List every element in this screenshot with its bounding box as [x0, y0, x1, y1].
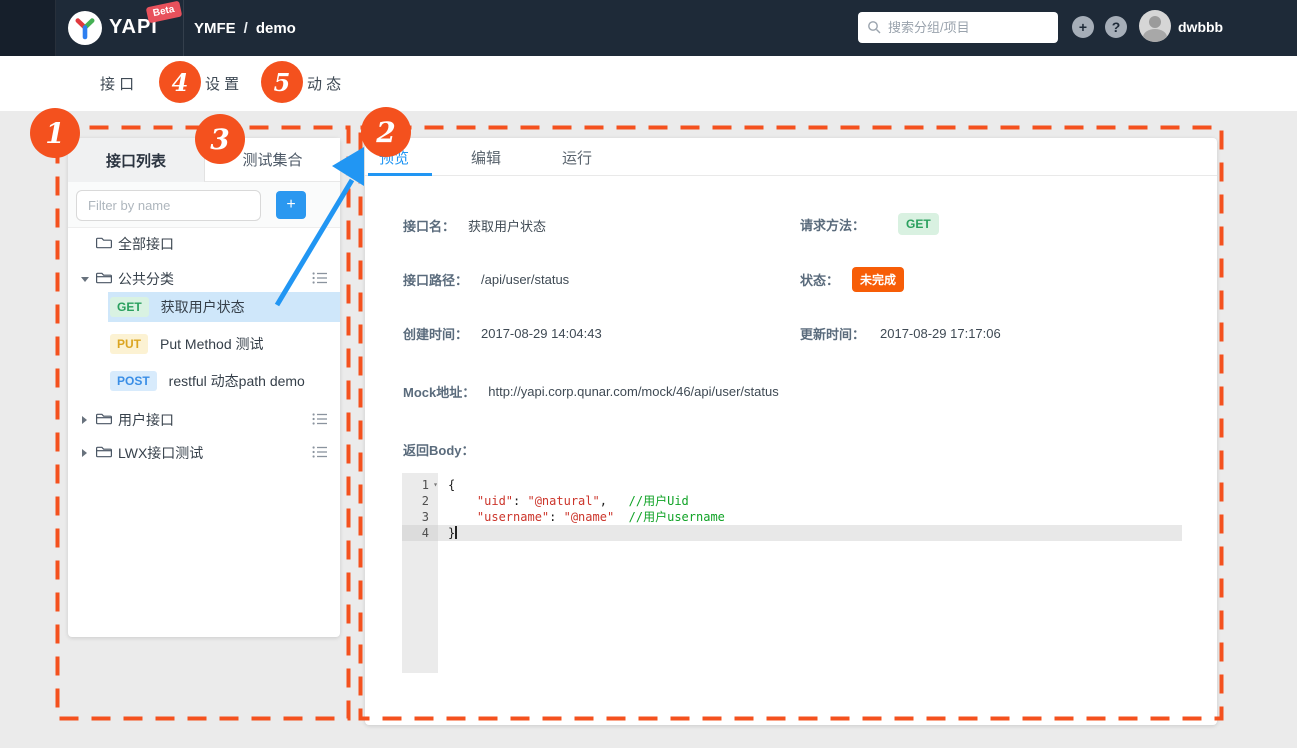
tree-node-label: 全部接口	[118, 234, 174, 254]
tab-edit[interactable]: 编辑	[471, 138, 501, 176]
api-item-restful-path-demo[interactable]: POST restful 动态path demo	[108, 366, 340, 396]
add-project-button[interactable]: +	[1072, 16, 1094, 38]
add-interface-button[interactable]: +	[276, 191, 306, 219]
field-value: /api/user/status	[481, 272, 569, 287]
tree-node-label: LWX接口测试	[118, 443, 203, 463]
active-tab-indicator	[368, 173, 432, 176]
line-number: 2	[402, 493, 438, 509]
sidebar-tabs: 接口列表 测试集合	[68, 138, 340, 182]
caret-down-icon[interactable]	[81, 277, 89, 282]
tree-node-label: 公共分类	[118, 269, 174, 289]
field-label: 状态：	[800, 270, 839, 289]
interface-detail-panel: 预览 编辑 运行 接口名： 获取用户状态 请求方法： GET 接口路径： /ap…	[365, 138, 1217, 725]
field-label: Mock地址：	[403, 382, 475, 401]
field-updated-time: 更新时间： 2017-08-29 17:17:06	[800, 324, 1001, 343]
code-line-active: }	[438, 525, 1182, 541]
subnav-item-activity[interactable]: 动 态	[307, 56, 341, 111]
tree-node-label: 用户接口	[118, 410, 174, 430]
field-mock-url: Mock地址： http://yapi.corp.qunar.com/mock/…	[403, 382, 779, 401]
line-number: 3	[402, 509, 438, 525]
line-number: 1▾	[402, 477, 438, 493]
status-badge: 未完成	[852, 267, 904, 292]
category-menu-icon[interactable]	[312, 412, 328, 428]
folder-icon	[96, 412, 112, 429]
api-item-label: restful 动态path demo	[169, 371, 305, 391]
navbar-left-block	[0, 0, 56, 56]
yapi-app: YAPI Beta YMFE / demo + ? dwbbb 接 口 设 置 …	[0, 0, 1297, 748]
field-label: 接口路径：	[403, 270, 468, 289]
folder-icon	[96, 236, 112, 253]
search-input[interactable]	[858, 12, 1058, 43]
tab-run[interactable]: 运行	[562, 138, 592, 176]
code-line: "uid": "@natural", //用户Uid	[438, 493, 1182, 509]
breadcrumb-project[interactable]: demo	[256, 20, 296, 37]
field-interface-name: 接口名： 获取用户状态	[403, 216, 546, 235]
field-return-body: 返回Body：	[403, 440, 475, 459]
api-item-put-method-test[interactable]: PUT Put Method 测试	[108, 329, 340, 359]
field-request-method: 请求方法： GET	[800, 213, 939, 235]
folder-icon	[96, 445, 112, 462]
tab-preview[interactable]: 预览	[379, 138, 409, 176]
filter-input[interactable]	[76, 190, 261, 221]
subnav-item-settings[interactable]: 设 置	[205, 56, 239, 111]
global-search	[858, 12, 1058, 43]
code-line: {	[438, 477, 1182, 493]
caret-right-icon[interactable]	[82, 449, 87, 457]
logo-area[interactable]: YAPI Beta	[57, 0, 184, 56]
breadcrumb: YMFE / demo	[194, 0, 296, 56]
field-interface-path: 接口路径： /api/user/status	[403, 270, 569, 289]
beta-badge: Beta	[146, 1, 182, 24]
field-status: 状态： 未完成	[800, 267, 904, 292]
tree-node-lwx-test[interactable]: LWX接口测试	[68, 437, 340, 469]
code-line: "username": "@name" //用户username	[438, 509, 1182, 525]
tree-node-user-api[interactable]: 用户接口	[68, 404, 340, 436]
username[interactable]: dwbbb	[1178, 19, 1223, 35]
caret-right-icon[interactable]	[82, 416, 87, 424]
detail-tabbar: 预览 编辑 运行	[365, 138, 1217, 176]
field-label: 创建时间：	[403, 324, 468, 343]
tab-test-collection[interactable]: 测试集合	[204, 138, 340, 182]
method-badge-get: GET	[898, 213, 939, 235]
category-menu-icon[interactable]	[312, 445, 328, 461]
tree-node-all-interfaces[interactable]: 全部接口	[68, 228, 340, 260]
api-item-get-user-status[interactable]: GET 获取用户状态	[108, 292, 340, 322]
field-label: 返回Body：	[403, 440, 475, 459]
line-number: 4	[402, 525, 438, 541]
return-body-editor[interactable]: 1▾ 2 3 4 { "uid": "@natural", //用户Uid "u…	[402, 473, 1182, 673]
user-avatar[interactable]	[1139, 10, 1171, 42]
field-value: 2017-08-29 14:04:43	[481, 326, 602, 341]
field-created-time: 创建时间： 2017-08-29 14:04:43	[403, 324, 602, 343]
filter-row: +	[68, 182, 340, 228]
field-label: 请求方法：	[800, 215, 865, 234]
method-badge-get: GET	[110, 297, 149, 317]
mock-url[interactable]: http://yapi.corp.qunar.com/mock/46/api/u…	[488, 384, 778, 399]
interface-sidebar: 接口列表 测试集合 + 全部接口 公共分类 GET 获取用户状态	[68, 138, 340, 637]
folder-open-icon	[96, 271, 112, 288]
field-value: 2017-08-29 17:17:06	[880, 326, 1001, 341]
category-menu-icon[interactable]	[312, 271, 328, 287]
top-navbar: YAPI Beta YMFE / demo + ? dwbbb	[0, 0, 1297, 56]
tab-interface-list[interactable]: 接口列表	[68, 138, 204, 182]
text-cursor	[455, 526, 457, 539]
field-value: 获取用户状态	[468, 216, 546, 235]
breadcrumb-group[interactable]: YMFE	[194, 20, 236, 37]
method-badge-put: PUT	[110, 334, 148, 354]
breadcrumb-separator: /	[244, 20, 248, 37]
editor-gutter: 1▾ 2 3 4	[402, 473, 438, 673]
subnav-item-interface[interactable]: 接 口	[100, 56, 134, 111]
yapi-logo-icon	[68, 11, 102, 45]
project-subnav: 接 口 设 置 动 态	[0, 56, 1297, 111]
method-badge-post: POST	[110, 371, 157, 391]
tree-node-public-category[interactable]: 公共分类	[68, 263, 340, 295]
field-label: 更新时间：	[800, 324, 865, 343]
help-button[interactable]: ?	[1105, 16, 1127, 38]
field-label: 接口名：	[403, 216, 455, 235]
api-item-label: 获取用户状态	[161, 297, 245, 317]
api-item-label: Put Method 测试	[160, 334, 264, 354]
editor-code[interactable]: { "uid": "@natural", //用户Uid "username":…	[438, 473, 1182, 541]
